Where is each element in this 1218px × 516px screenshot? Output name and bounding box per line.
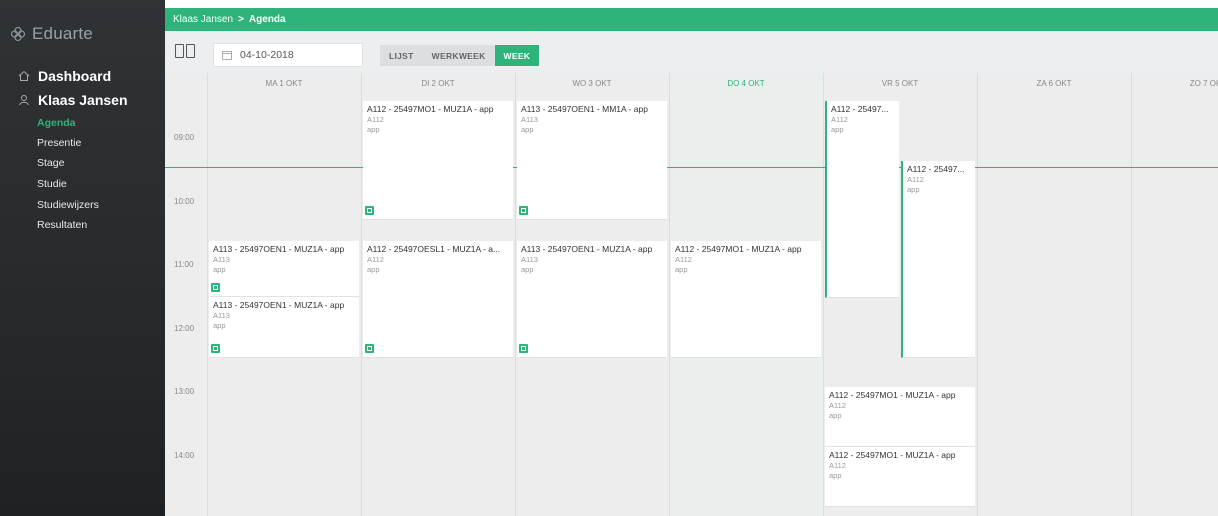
app-logo[interactable]: Eduarte [10,22,93,46]
calendar-event[interactable]: A112 - 25497OESL1 - MUZ1A - a... A112 app [363,241,513,358]
sidebar-item-studiewijzers[interactable]: Studiewijzers [37,199,99,211]
date-value: 04-10-2018 [240,49,294,61]
breadcrumb: Klaas Jansen > Agenda [165,8,1218,31]
calendar-event[interactable]: A113 - 25497OEN1 - MUZ1A - app A113 app [209,241,359,297]
time-label: 14:00 [174,450,195,460]
event-title: A113 - 25497OEN1 - MM1A - app [521,104,648,114]
event-room: A112 [367,115,384,124]
event-room: A113 [521,255,538,264]
calendar-icon [222,51,232,60]
event-type: app [213,321,226,330]
time-label: 09:00 [174,133,195,142]
home-icon [18,70,30,81]
event-type: app [829,471,842,480]
event-type: app [367,265,380,274]
calendar-event[interactable]: A112 - 25497... A112 app [901,161,975,358]
event-type: app [831,125,844,134]
event-title: A113 - 25497OEN1 - MUZ1A - app [213,244,345,254]
event-room: A113 [521,115,538,124]
sidebar-item-label: Dashboard [38,68,112,84]
event-room: A112 [829,401,846,410]
event-room: A112 [675,255,692,264]
breadcrumb-separator: > [238,14,244,25]
event-type: app [829,411,842,420]
calendar-event[interactable]: A112 - 25497... A112 app [825,101,899,298]
breadcrumb-parent[interactable]: Klaas Jansen [173,14,233,25]
split-view-toggle-icon[interactable] [175,44,195,58]
day-header: WO 3 OKT [572,78,612,88]
day-header: DO 4 OKT [727,78,765,88]
event-title: A112 - 25497MO1 - MUZ1A - app [829,450,956,460]
event-title: A113 - 25497OEN1 - MUZ1A - app [213,300,345,310]
logo-text: Eduarte [32,24,93,43]
date-picker-field[interactable]: 04-10-2018 [213,43,363,67]
breadcrumb-current: Agenda [248,14,286,25]
event-title: A112 - 25497MO1 - MUZ1A - app [675,244,802,254]
event-room: A112 [907,175,924,184]
day-column[interactable] [1131,73,1218,516]
time-column: 09:00 10:00 11:00 12:00 13:00 14:00 [165,73,207,516]
event-type: app [907,185,920,194]
current-time-line [165,167,1218,168]
sidebar-item-presentie[interactable]: Presentie [37,137,81,149]
event-type: app [367,125,380,134]
tab-werkweek[interactable]: WERKWEEK [422,45,495,66]
week-calendar: 09:00 10:00 11:00 12:00 13:00 14:00 MA 1 OKT D… [165,73,1218,516]
time-label: 10:00 [174,196,195,206]
view-tabs: LIJST WERKWEEK WEEK [380,45,540,66]
event-room: A112 [829,461,846,470]
attendance-check-icon[interactable] [211,344,220,353]
event-title: A112 - 25497MO1 - MUZ1A - app [829,390,956,400]
calendar-event[interactable]: A113 - 25497OEN1 - MM1A - app A113 app [517,101,667,220]
event-type: app [213,265,226,274]
event-type: app [675,265,688,274]
calendar-event[interactable]: A113 - 25497OEN1 - MUZ1A - app A113 app [209,297,359,358]
day-header: DI 2 OKT [421,78,455,88]
day-header: ZA 6 OKT [1036,78,1072,88]
attendance-check-icon[interactable] [365,344,374,353]
event-title: A112 - 25497MO1 - MUZ1A - app [367,104,494,114]
attendance-check-icon[interactable] [211,283,220,292]
event-title: A112 - 25497OESL1 - MUZ1A - a... [367,244,501,254]
time-label: 11:00 [174,260,194,269]
day-column[interactable] [977,73,1131,516]
sidebar-item-label: Klaas Jansen [38,92,128,108]
calendar-toolbar: 04-10-2018 LIJST WERKWEEK WEEK [165,31,1218,73]
event-title: A112 - 25497... [907,164,965,174]
event-title: A112 - 25497... [831,104,889,114]
event-type: app [521,265,534,274]
logo-icon [10,26,26,42]
attendance-check-icon[interactable] [365,206,374,215]
calendar-event[interactable]: A112 - 25497MO1 - MUZ1A - app A112 app [671,241,821,358]
sidebar-item-studie[interactable]: Studie [37,178,67,190]
attendance-check-icon[interactable] [519,206,528,215]
event-type: app [521,125,534,134]
sidebar: Eduarte Dashboard Klaas Jansen Agenda Pr… [0,0,165,516]
event-room: A113 [213,255,230,264]
time-label: 13:00 [174,387,195,396]
attendance-check-icon[interactable] [519,344,528,353]
time-label: 12:00 [174,323,195,333]
tab-week[interactable]: WEEK [494,45,540,66]
sidebar-item-resultaten[interactable]: Resultaten [37,219,87,231]
calendar-event[interactable]: A112 - 25497MO1 - MUZ1A - app A112 app [825,387,975,447]
event-title: A113 - 25497OEN1 - MUZ1A - app [521,244,653,254]
day-header: MA 1 OKT [265,78,303,88]
tab-lijst[interactable]: LIJST [380,45,423,66]
sidebar-item-dashboard[interactable]: Dashboard [18,68,111,84]
event-room: A112 [831,115,848,124]
day-header: VR 5 OKT [881,78,919,88]
event-room: A113 [213,311,230,320]
event-room: A112 [367,255,384,264]
sidebar-item-stage[interactable]: Stage [37,157,64,169]
sidebar-item-student[interactable]: Klaas Jansen [18,92,128,108]
sidebar-item-agenda[interactable]: Agenda [37,117,76,129]
user-icon [19,95,29,106]
day-header: ZO 7 OKT [1189,78,1218,88]
calendar-event[interactable]: A112 - 25497MO1 - MUZ1A - app A112 app [363,101,513,220]
calendar-event[interactable]: A112 - 25497MO1 - MUZ1A - app A112 app [825,447,975,507]
calendar-event[interactable]: A113 - 25497OEN1 - MUZ1A - app A113 app [517,241,667,358]
